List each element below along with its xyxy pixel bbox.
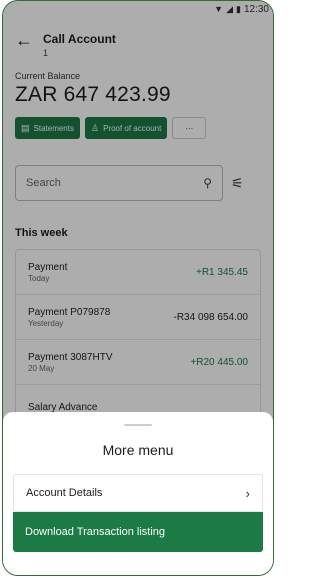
account-details-label: Account Details <box>26 487 103 499</box>
device-frame: ▼ ◢ ▮ 12:30 ← Call Account 1 Current Bal… <box>2 0 274 576</box>
chevron-right-icon: › <box>245 485 250 501</box>
sheet-title: More menu <box>102 442 174 458</box>
account-details-item[interactable]: Account Details › <box>13 474 263 512</box>
drag-handle[interactable] <box>124 424 152 426</box>
download-transaction-listing-label: Download Transaction listing <box>25 526 166 538</box>
more-menu-sheet: More menu Account Details › Download Tra… <box>3 412 273 575</box>
download-transaction-listing-button[interactable]: Download Transaction listing <box>13 512 263 552</box>
